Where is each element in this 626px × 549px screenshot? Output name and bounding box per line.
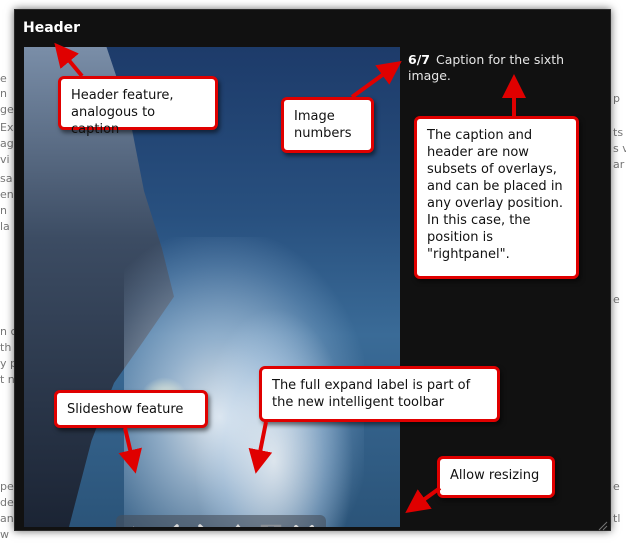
resize-grip-icon[interactable] — [596, 516, 608, 531]
background-text: en — [0, 188, 14, 201]
background-text: ar — [613, 158, 625, 171]
annotation-full-expand: The full expand label is part of the new… — [259, 366, 500, 422]
viewer-toolbar — [116, 515, 326, 527]
background-text: n — [0, 87, 7, 100]
annotation-resizing: Allow resizing — [437, 456, 555, 498]
background-text: de — [0, 496, 14, 509]
annotation-caption-overlay: The caption and header are now subsets o… — [414, 116, 579, 279]
viewer-header: Header — [23, 20, 81, 36]
move-icon[interactable] — [225, 522, 251, 527]
annotation-image-numbers: Image numbers — [281, 97, 374, 153]
annotation-header: Header feature, analogous to caption — [58, 76, 218, 137]
background-text: an — [0, 512, 14, 525]
image-caption-panel: 6/7 Caption for the sixth image. — [408, 52, 598, 84]
background-text: t n — [0, 373, 15, 386]
annotation-slideshow: Slideshow feature — [54, 390, 208, 428]
background-text: th — [0, 341, 12, 354]
background-text: ag — [0, 137, 14, 150]
caption-text: Caption for the sixth image. — [408, 52, 565, 83]
full-expand-icon[interactable] — [258, 522, 284, 527]
chevron-left-icon[interactable] — [159, 522, 185, 527]
background-text: sa — [0, 172, 13, 185]
background-text: e — [613, 480, 620, 493]
background-text: n — [0, 204, 7, 217]
background-text: ge — [0, 103, 14, 116]
background-text: e — [0, 72, 7, 85]
background-text: tl — [613, 512, 621, 525]
background-text: p — [613, 92, 620, 105]
background-text: ts i — [613, 126, 626, 139]
background-text: la — [0, 220, 10, 233]
close-icon[interactable] — [291, 522, 317, 527]
background-text: e — [613, 293, 620, 306]
background-text: vi — [0, 153, 10, 166]
background-text: pe — [0, 480, 14, 493]
play-icon[interactable] — [126, 522, 152, 527]
background-text: Ex — [0, 121, 14, 134]
image-number: 6/7 — [408, 52, 430, 67]
background-text: s v — [613, 142, 626, 155]
background-text: w — [0, 528, 9, 541]
chevron-right-icon[interactable] — [192, 522, 218, 527]
